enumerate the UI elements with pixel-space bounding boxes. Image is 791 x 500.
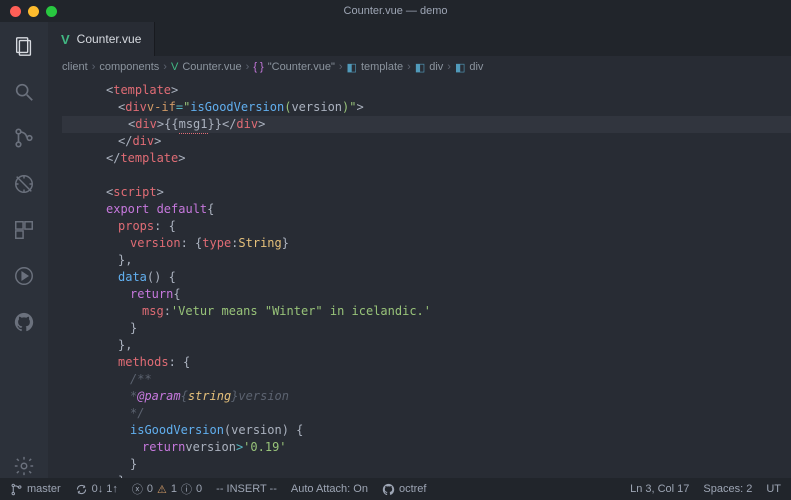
git-sync[interactable]: 0↓ 1↑ [75, 483, 118, 496]
git-branch[interactable]: master [10, 483, 61, 496]
liveshare-icon[interactable] [12, 264, 36, 288]
github-remote[interactable]: octref [382, 483, 427, 496]
close-icon[interactable] [10, 6, 21, 17]
vue-icon: V [61, 32, 70, 47]
settings-icon[interactable] [12, 454, 36, 478]
breadcrumb[interactable]: client› components› VCounter.vue› { }"Co… [48, 56, 791, 78]
indentation[interactable]: Spaces: 2 [703, 483, 752, 495]
cursor-position[interactable]: Ln 3, Col 17 [630, 483, 689, 495]
extensions-icon[interactable] [12, 218, 36, 242]
tab-bar: V Counter.vue [48, 22, 791, 56]
title-bar: Counter.vue — demo [0, 0, 791, 22]
debug-icon[interactable] [12, 172, 36, 196]
vim-mode: -- INSERT -- [216, 483, 277, 495]
tab-label: Counter.vue [77, 32, 142, 46]
maximize-icon[interactable] [46, 6, 57, 17]
minimize-icon[interactable] [28, 6, 39, 17]
encoding[interactable]: UT [766, 483, 781, 495]
tab-counter-vue[interactable]: V Counter.vue [48, 22, 155, 56]
activity-bar [0, 22, 48, 478]
problems[interactable]: ⓧ0 ⚠1 ⓘ0 [132, 481, 202, 497]
search-icon[interactable] [12, 80, 36, 104]
github-icon[interactable] [12, 310, 36, 334]
window-title: Counter.vue — demo [344, 5, 448, 17]
auto-attach[interactable]: Auto Attach: On [291, 483, 368, 495]
source-control-icon[interactable] [12, 126, 36, 150]
explorer-icon[interactable] [12, 34, 36, 58]
editor-content[interactable]: <template> <div v-if="isGoodVersion(vers… [48, 78, 791, 478]
status-bar: master 0↓ 1↑ ⓧ0 ⚠1 ⓘ0 -- INSERT -- Auto … [0, 478, 791, 500]
